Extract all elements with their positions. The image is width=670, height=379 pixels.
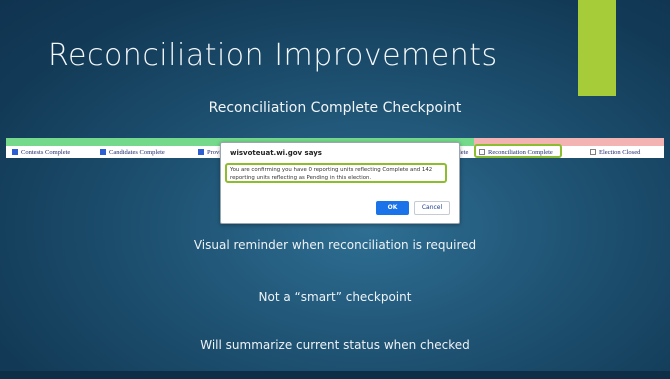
slide-title: Reconciliation Improvements [48, 38, 498, 73]
checkbox-candidates-complete[interactable]: Candidates Complete [100, 147, 165, 157]
bullet-point-2: Not a “smart” checkpoint [258, 290, 412, 304]
checkbox-label: Provi [207, 148, 222, 156]
reconciliation-highlight [474, 144, 562, 158]
bullet-point-1: Visual reminder when reconciliation is r… [193, 238, 477, 252]
confirm-dialog: wisvoteuat.wi.gov says You are confirmin… [220, 142, 460, 224]
checkbox-unchecked-icon[interactable] [590, 149, 596, 155]
bullet-point-3: Will summarize current status when check… [200, 338, 470, 352]
checkbox-checked-icon[interactable] [198, 149, 204, 155]
accent-box [578, 0, 616, 96]
cancel-button[interactable]: Cancel [414, 201, 450, 215]
checkbox-partial-label: lete [459, 147, 468, 157]
checkbox-checked-icon[interactable] [100, 149, 106, 155]
checkbox-provisional[interactable]: Provi [198, 147, 221, 157]
bottom-band [0, 371, 670, 379]
checkbox-label: Candidates Complete [109, 148, 165, 156]
checkbox-contests-complete[interactable]: Contests Complete [12, 147, 70, 157]
slide-subtitle: Reconciliation Complete Checkpoint [208, 100, 462, 116]
checkbox-label: Contests Complete [21, 148, 71, 156]
checkbox-label: Election Closed [599, 148, 641, 156]
dialog-message: You are confirming you have 0 reporting … [225, 163, 447, 183]
checkbox-election-closed[interactable]: Election Closed [590, 147, 640, 157]
dialog-title: wisvoteuat.wi.gov says [230, 149, 322, 157]
ok-button[interactable]: OK [376, 201, 409, 215]
checkbox-checked-icon[interactable] [12, 149, 18, 155]
checkbox-label: lete [459, 148, 469, 156]
